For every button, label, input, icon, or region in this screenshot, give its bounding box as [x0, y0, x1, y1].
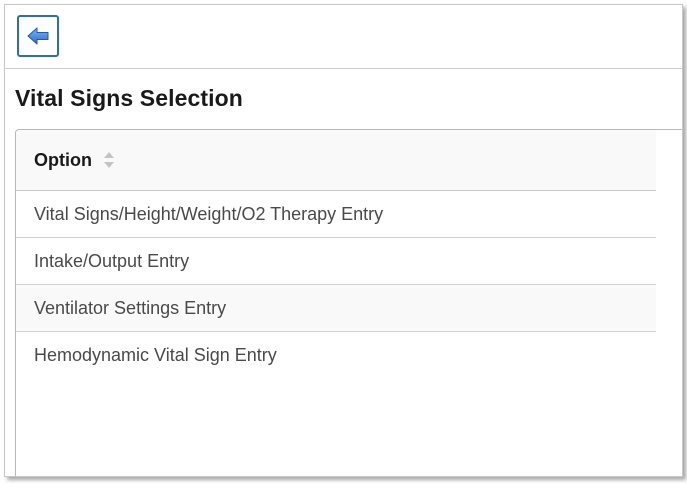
row-label: Hemodynamic Vital Sign Entry [34, 345, 277, 365]
page-title: Vital Signs Selection [15, 85, 243, 111]
table-row[interactable]: Ventilator Settings Entry [16, 285, 656, 332]
back-arrow-icon [27, 27, 49, 45]
table-row[interactable]: Vital Signs/Height/Weight/O2 Therapy Ent… [16, 191, 656, 238]
options-table: Option Vital Signs/Height/Weight/O2 Ther… [15, 129, 682, 476]
back-button[interactable] [17, 15, 59, 57]
sort-icon[interactable] [103, 152, 114, 168]
vital-signs-window: Vital Signs Selection Option Vital Signs… [4, 4, 683, 477]
table-row[interactable]: Intake/Output Entry [16, 238, 656, 285]
row-label: Vital Signs/Height/Weight/O2 Therapy Ent… [34, 203, 384, 224]
table-row[interactable]: Hemodynamic Vital Sign Entry [16, 332, 656, 379]
table-body: Vital Signs/Height/Weight/O2 Therapy Ent… [16, 191, 656, 379]
column-header-option[interactable]: Option [16, 130, 656, 191]
row-label: Intake/Output Entry [34, 250, 190, 271]
row-label: Ventilator Settings Entry [34, 297, 227, 318]
column-header-label: Option [34, 149, 92, 170]
toolbar [5, 5, 682, 69]
